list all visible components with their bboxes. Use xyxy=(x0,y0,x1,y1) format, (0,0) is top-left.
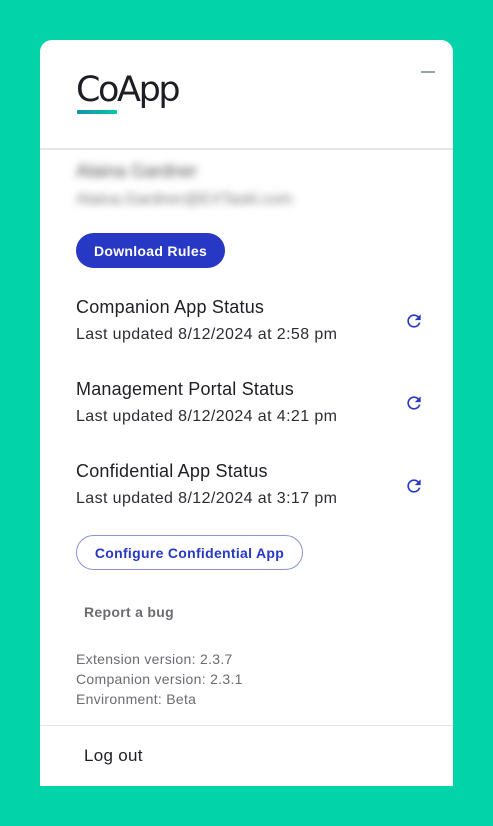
refresh-icon[interactable] xyxy=(404,393,424,413)
logo-underline xyxy=(77,110,117,114)
status-last-updated: Last updated 8/12/2024 at 4:21 pm xyxy=(76,408,338,425)
status-title: Management Portal Status xyxy=(76,379,294,399)
environment-label: Environment: Beta xyxy=(76,691,197,707)
companion-version: Companion version: 2.3.1 xyxy=(76,671,243,687)
download-rules-button[interactable]: Download Rules xyxy=(76,233,225,268)
refresh-icon[interactable] xyxy=(404,476,424,496)
status-title: Confidential App Status xyxy=(76,461,268,481)
footer-divider xyxy=(40,725,453,726)
report-bug-link[interactable]: Report a bug xyxy=(84,604,174,620)
user-name: Alaina Gardner xyxy=(76,161,198,181)
extension-popup: CoApp Alaina Gardner Alaina.Gardner@EXTa… xyxy=(40,40,453,786)
extension-version: Extension version: 2.3.7 xyxy=(76,651,233,667)
status-last-updated: Last updated 8/12/2024 at 2:58 pm xyxy=(76,326,338,343)
user-email: Alaina.Gardner@EXTaskl.com xyxy=(76,191,293,208)
logout-button[interactable]: Log out xyxy=(84,746,143,766)
refresh-icon[interactable] xyxy=(404,311,424,331)
status-last-updated: Last updated 8/12/2024 at 3:17 pm xyxy=(76,490,338,507)
popup-header: CoApp xyxy=(40,40,453,150)
status-management-portal: Management Portal Status Last updated 8/… xyxy=(76,378,416,427)
coapp-logo: CoApp xyxy=(76,70,181,110)
status-companion-app: Companion App Status Last updated 8/12/2… xyxy=(76,296,416,345)
status-confidential-app: Confidential App Status Last updated 8/1… xyxy=(76,460,416,509)
minimize-icon[interactable] xyxy=(421,71,435,73)
status-title: Companion App Status xyxy=(76,297,265,317)
configure-confidential-app-button[interactable]: Configure Confidential App xyxy=(76,535,303,570)
